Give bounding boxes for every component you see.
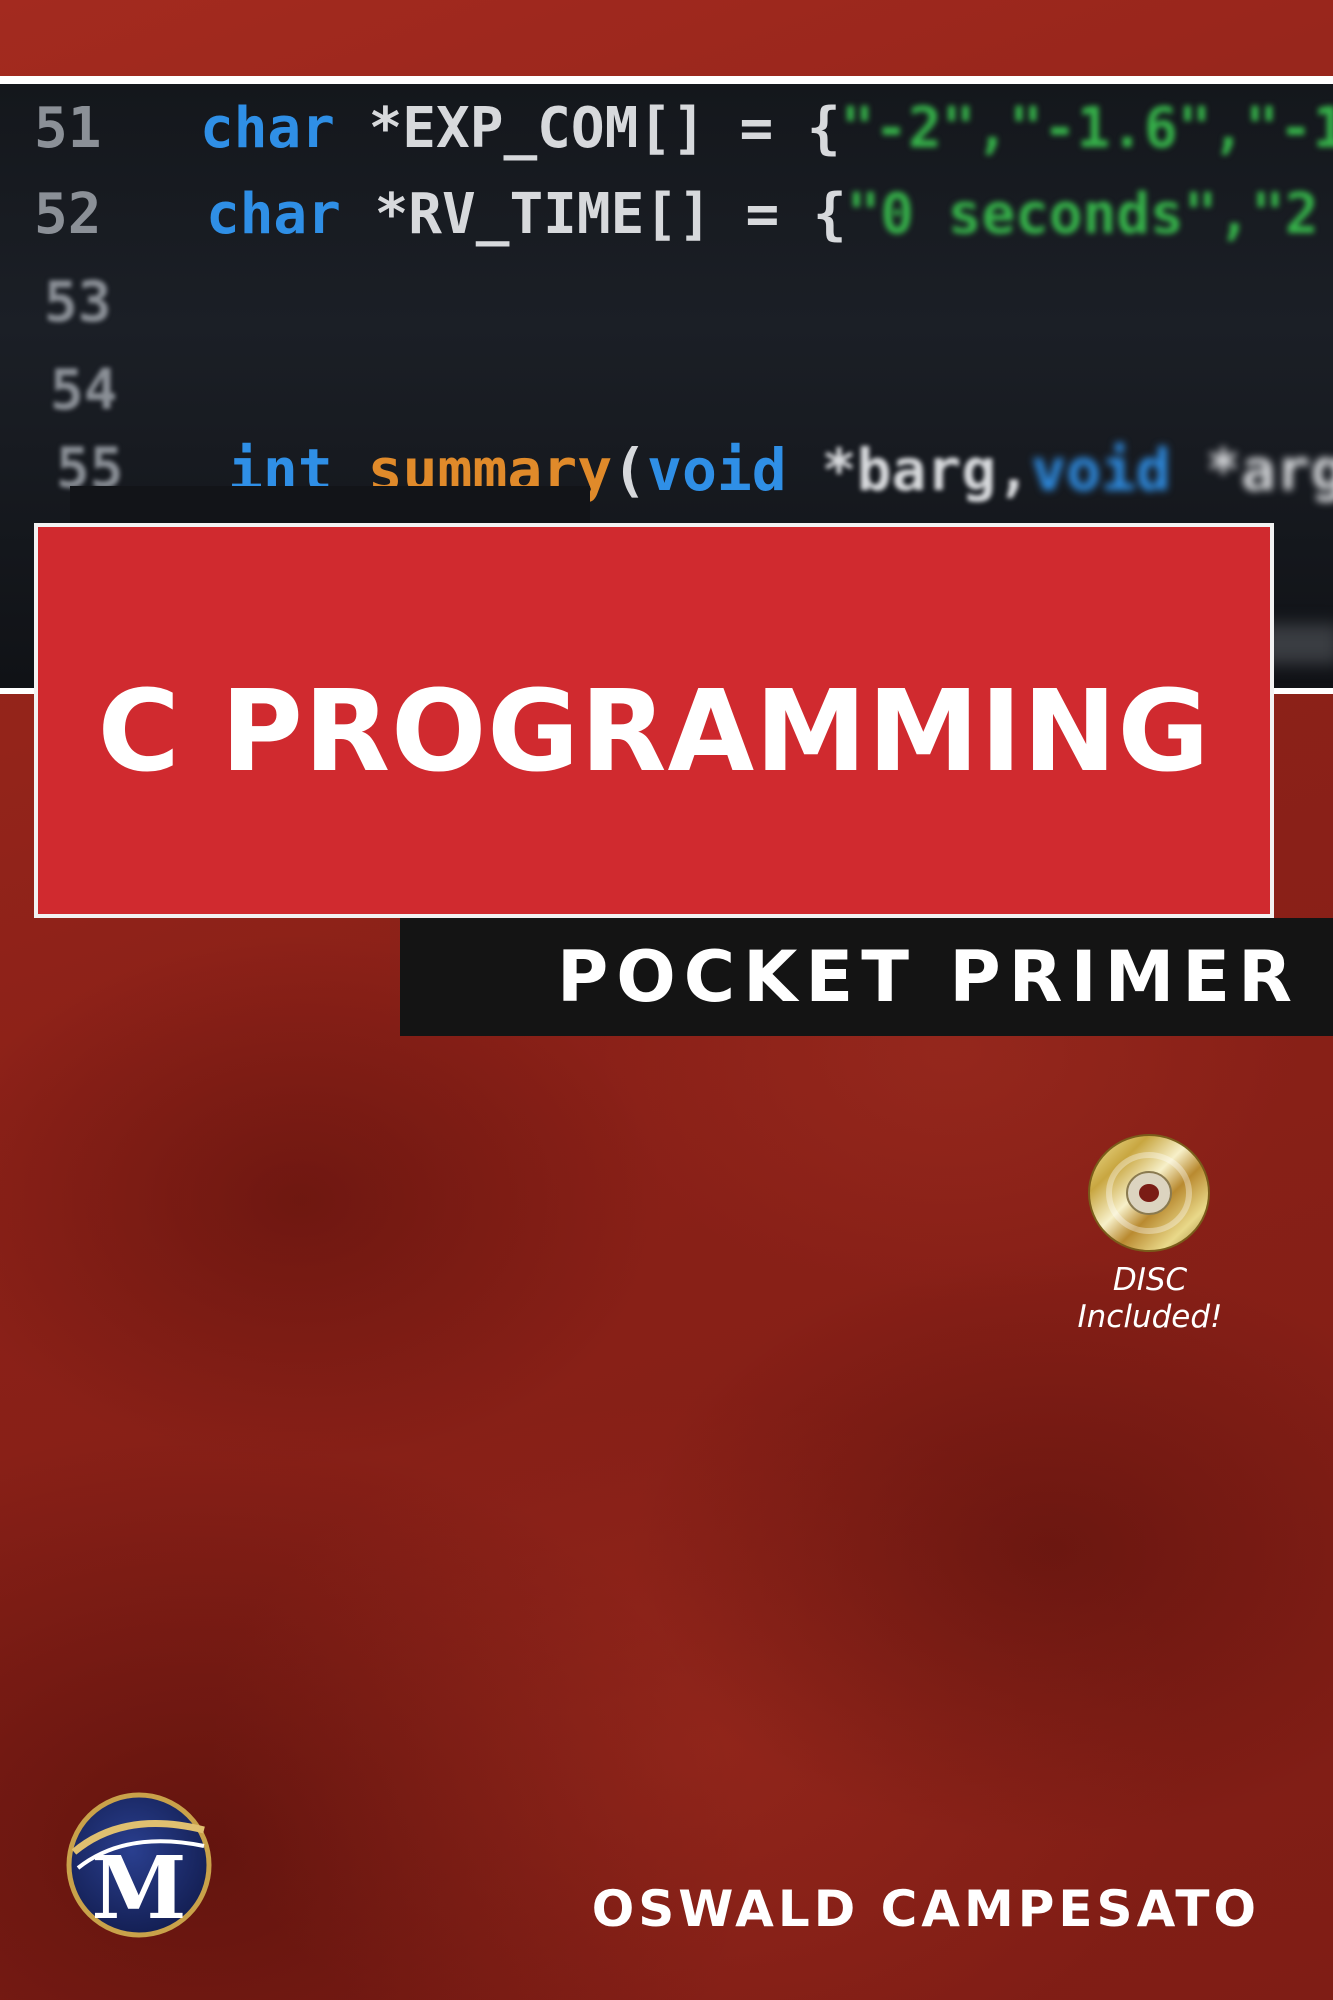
line-number: 52 [34, 182, 102, 247]
book-subtitle: POCKET PRIMER [557, 936, 1300, 1018]
line-number: 54 [50, 358, 118, 423]
code-param: *arg) [1205, 436, 1333, 504]
code-keyword: void [1031, 436, 1171, 504]
publisher-logo-icon: M [66, 1792, 212, 1939]
code-param: *barg, [786, 436, 1032, 504]
disc-label-line2: Included! [1077, 1299, 1223, 1335]
code-keyword: char [200, 96, 335, 161]
disc-icon [1088, 1134, 1210, 1252]
code-line: 51 char *EXP_COM[] = {"-2","-1.6","-1.3" [0, 96, 1333, 176]
code-string: "-2","-1.6","-1.3" [840, 96, 1333, 161]
code-line: 52 char *RV_TIME[] = {"0 seconds","2 sec… [0, 182, 1333, 262]
code-line: 53 [0, 270, 1333, 350]
author-name: OSWALD CAMPESATO [591, 1880, 1260, 1938]
code-paren: ( [612, 436, 648, 504]
book-title: C PROGRAMMING [97, 667, 1211, 797]
code-keyword: char [206, 182, 341, 247]
publisher-logo-letter: M [91, 1838, 186, 1939]
subtitle-box: POCKET PRIMER [400, 918, 1333, 1036]
code-declaration: *RV_TIME[] = { [374, 182, 847, 247]
disc-label-line1: DISC [1112, 1262, 1188, 1298]
code-keyword: void [647, 436, 787, 504]
line-number: 53 [44, 270, 112, 335]
disc-included-label: DISC Included! [1060, 1262, 1240, 1336]
code-line: 54 [0, 358, 1333, 438]
code-string: "0 seconds","2 sec" [846, 182, 1333, 247]
code-declaration: *EXP_COM[] = { [368, 96, 841, 161]
line-number: 51 [34, 96, 102, 161]
title-box: C PROGRAMMING [34, 523, 1274, 918]
code-strip-shadow [70, 486, 590, 526]
